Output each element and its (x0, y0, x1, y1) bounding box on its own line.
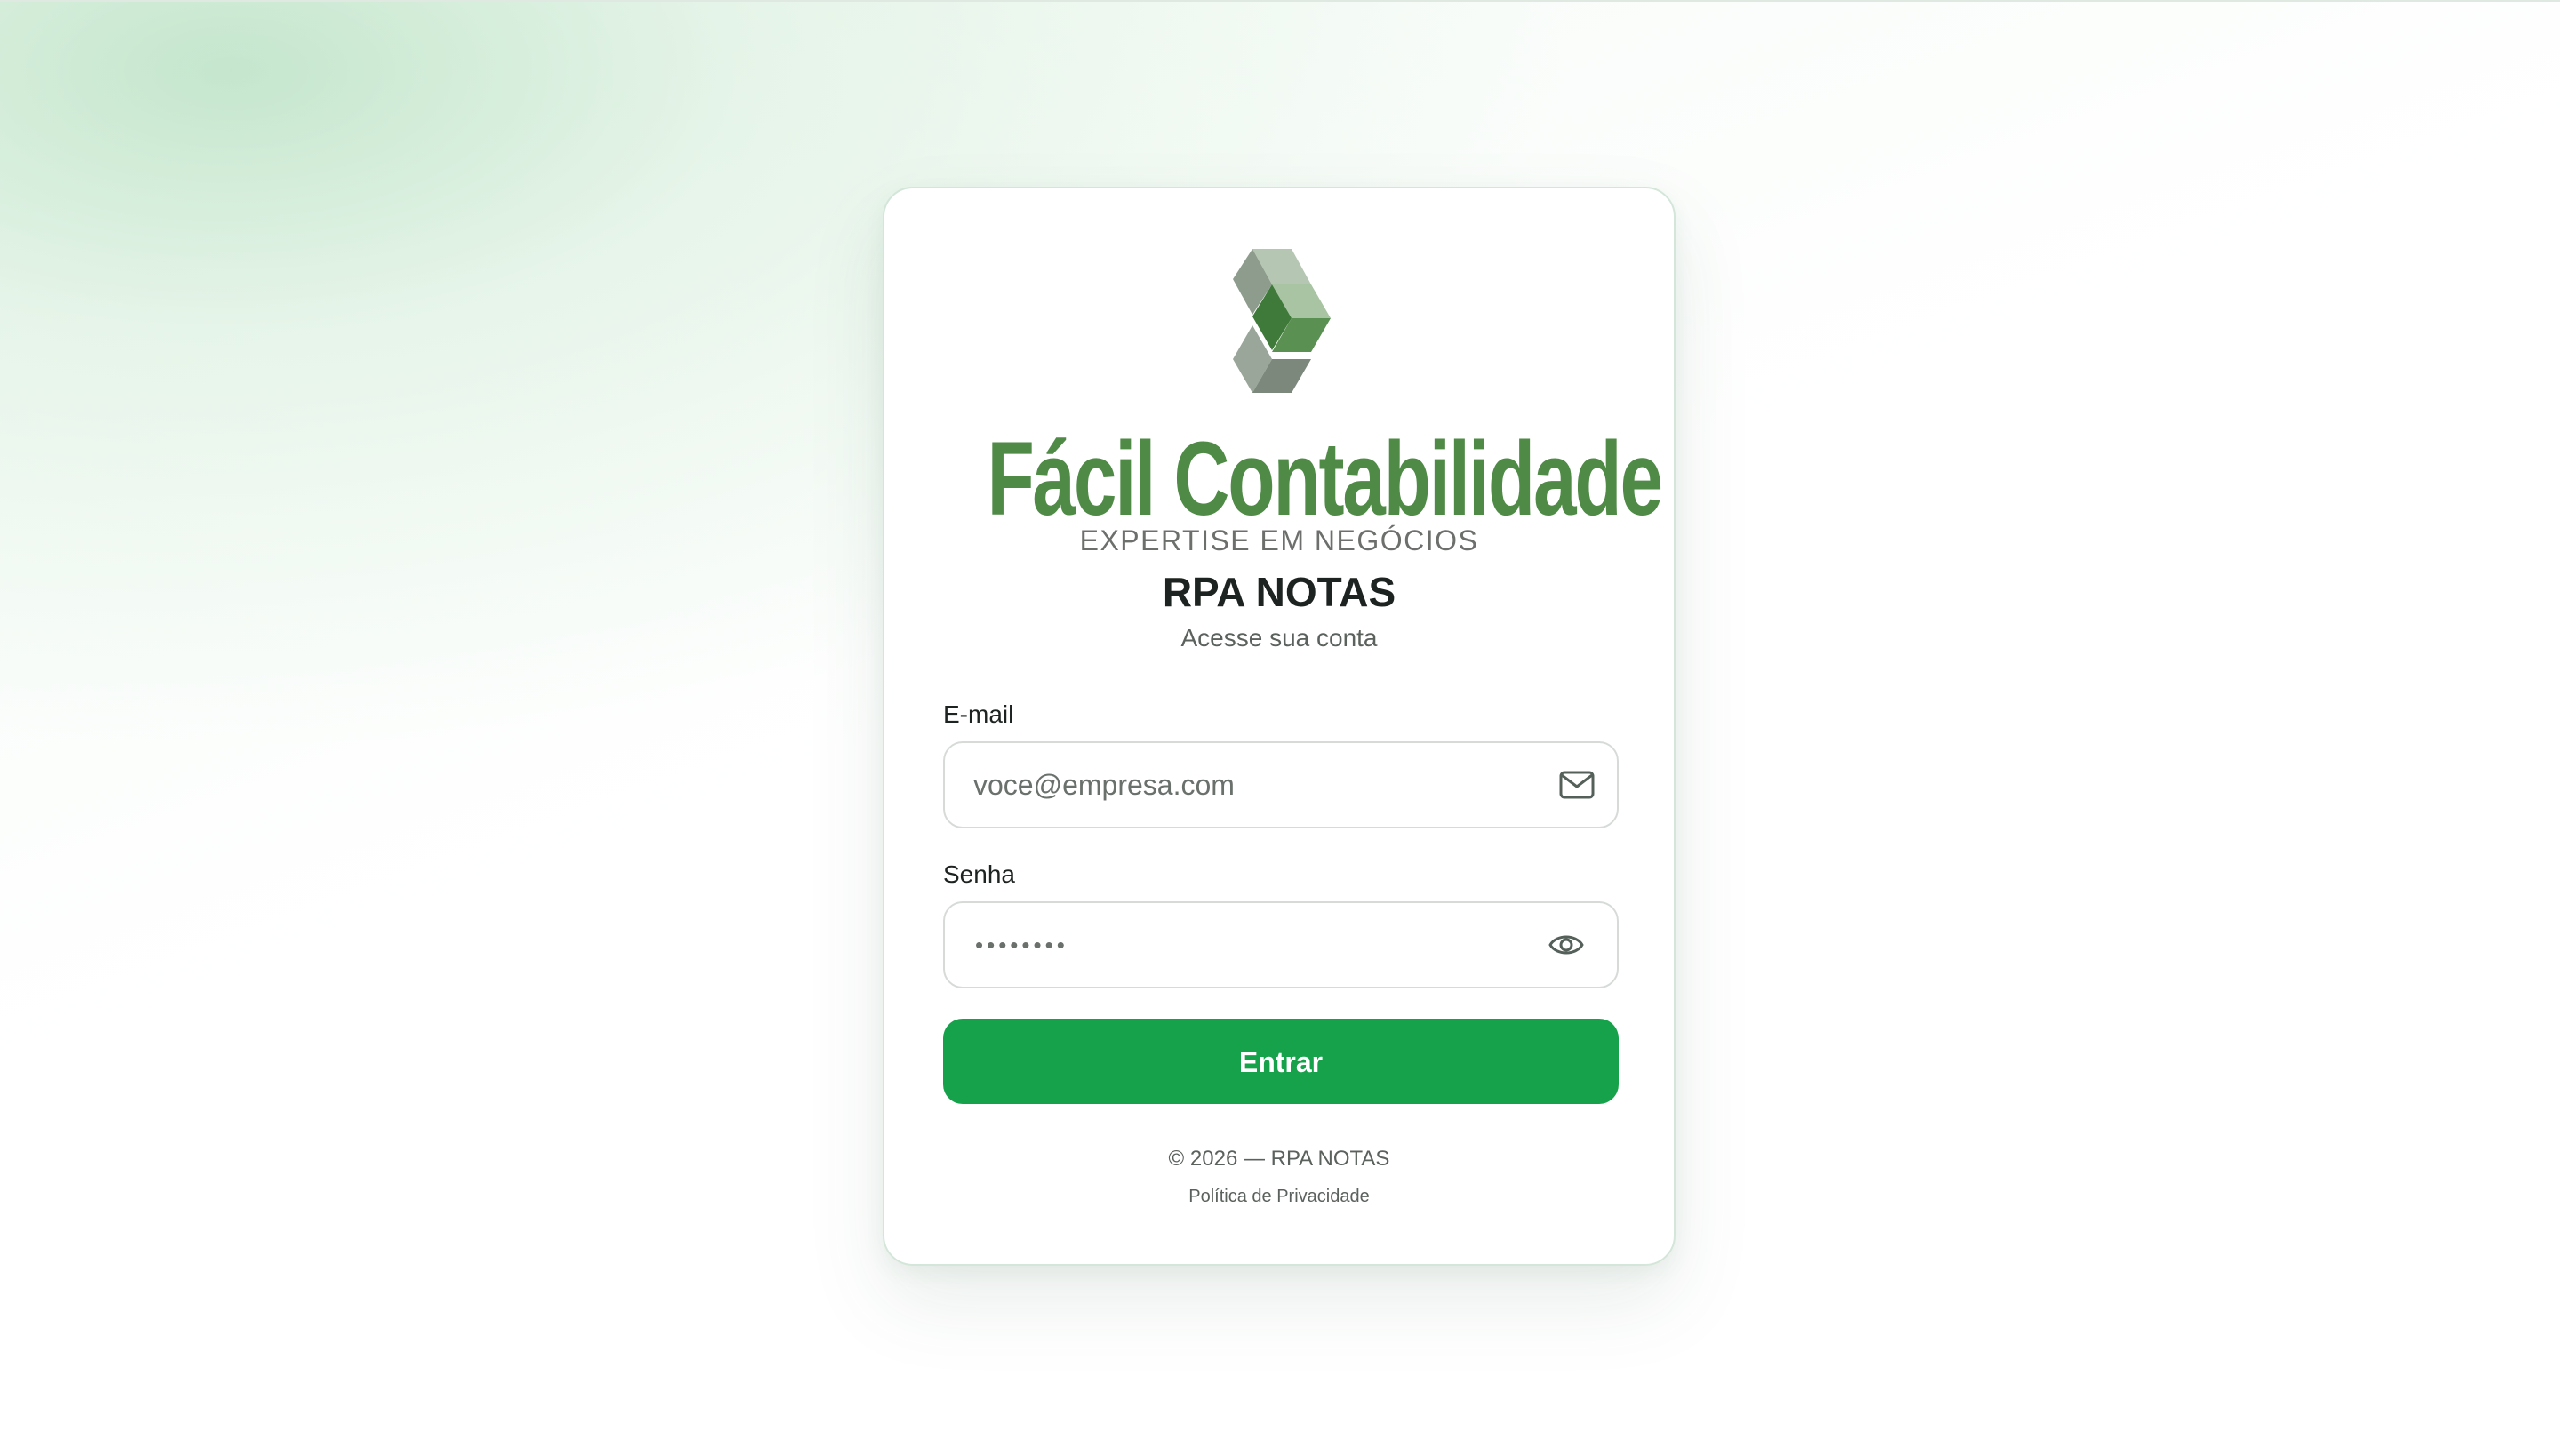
password-label: Senha (943, 860, 1015, 888)
page-title: RPA NOTAS (1162, 569, 1396, 615)
email-field-container (943, 741, 1619, 828)
brand-logo (884, 245, 1674, 405)
password-field[interactable]: •••••••• (975, 903, 1068, 987)
eye-icon[interactable] (1548, 927, 1585, 963)
brand-tagline: EXPERTISE EM NEGÓCIOS (1079, 524, 1479, 556)
footer-copyright: © 2026 — RPA NOTAS (1168, 1147, 1390, 1171)
top-border (0, 0, 2560, 2)
mail-icon (1559, 771, 1595, 799)
password-field-container[interactable]: •••••••• (943, 901, 1619, 988)
privacy-policy-link[interactable]: Política de Privacidade (884, 1184, 1674, 1209)
email-label: E-mail (943, 700, 1014, 728)
page-subtitle: Acesse sua conta (1180, 624, 1378, 652)
brand-name: Fácil Contabilidade (987, 420, 1663, 538)
login-card: Fácil Contabilidade EXPERTISE EM NEGÓCIO… (883, 187, 1676, 1266)
email-field[interactable] (973, 743, 1507, 827)
stacked-cubes-logo (1233, 249, 1331, 393)
login-button[interactable]: Entrar (943, 1019, 1619, 1104)
